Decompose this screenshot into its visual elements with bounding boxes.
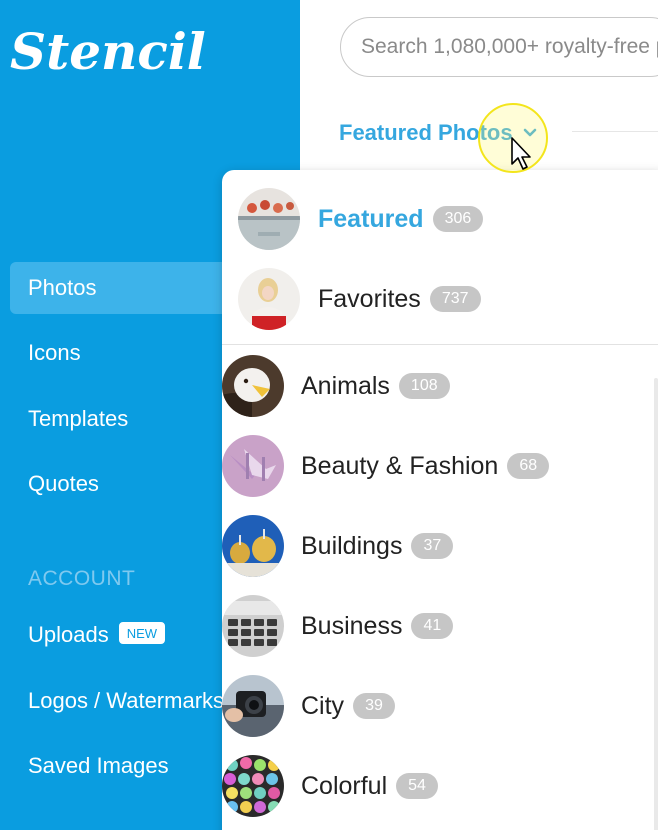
dropdown-item-buildings[interactable]: Buildings 37	[222, 511, 658, 581]
filter-divider	[572, 131, 658, 132]
eagle-thumb	[222, 355, 284, 417]
featured-thumb	[238, 188, 300, 250]
count-badge: 41	[411, 613, 454, 639]
camera-thumb	[222, 675, 284, 737]
count-badge: 54	[396, 773, 438, 799]
count-badge: 306	[432, 206, 484, 232]
favorites-thumb	[238, 268, 300, 330]
dropdown-divider	[222, 344, 658, 345]
dropdown-item-colorful[interactable]: Colorful 54	[222, 751, 658, 821]
count-badge: 39	[353, 693, 395, 719]
count-badge: 737	[429, 286, 481, 312]
dropdown-item-animals[interactable]: Animals 108	[222, 351, 658, 421]
dots-thumb	[222, 755, 284, 817]
dropdown-item-label: Colorful	[301, 771, 388, 800]
dropdown-item-business[interactable]: Business 41	[222, 591, 658, 661]
dropdown-item-label: City	[301, 691, 345, 720]
dropdown-item-label: Business	[301, 611, 403, 640]
dropdown-item-favorites[interactable]: Favorites 737	[222, 264, 658, 334]
dropdown-item-label: Buildings	[301, 531, 403, 560]
stencil-logo[interactable]: Stencil	[10, 22, 206, 81]
calculator-thumb	[222, 595, 284, 657]
dropdown-item-featured[interactable]: Featured 306	[222, 184, 658, 254]
dropdown-item-beauty-fashion[interactable]: Beauty & Fashion 68	[222, 431, 658, 501]
new-badge: NEW	[118, 622, 166, 644]
sidebar-item-label: Uploads	[28, 622, 109, 647]
shoes-thumb	[222, 435, 284, 497]
search-input[interactable]	[340, 17, 658, 77]
category-dropdown: Featured 306 Favorites 737 Animals 108 B…	[222, 170, 658, 830]
count-badge: 37	[411, 533, 454, 559]
count-badge: 108	[398, 373, 450, 399]
dropdown-item-label: Beauty & Fashion	[301, 451, 499, 480]
account-section-label: ACCOUNT	[28, 567, 136, 590]
domes-thumb	[222, 515, 284, 577]
count-badge: 68	[507, 453, 550, 479]
dropdown-item-label: Animals	[301, 371, 390, 400]
dropdown-item-city[interactable]: City 39	[222, 671, 658, 741]
dropdown-item-label: Featured	[318, 204, 424, 233]
mouse-cursor-icon	[510, 136, 534, 177]
dropdown-item-label: Favorites	[318, 284, 421, 313]
